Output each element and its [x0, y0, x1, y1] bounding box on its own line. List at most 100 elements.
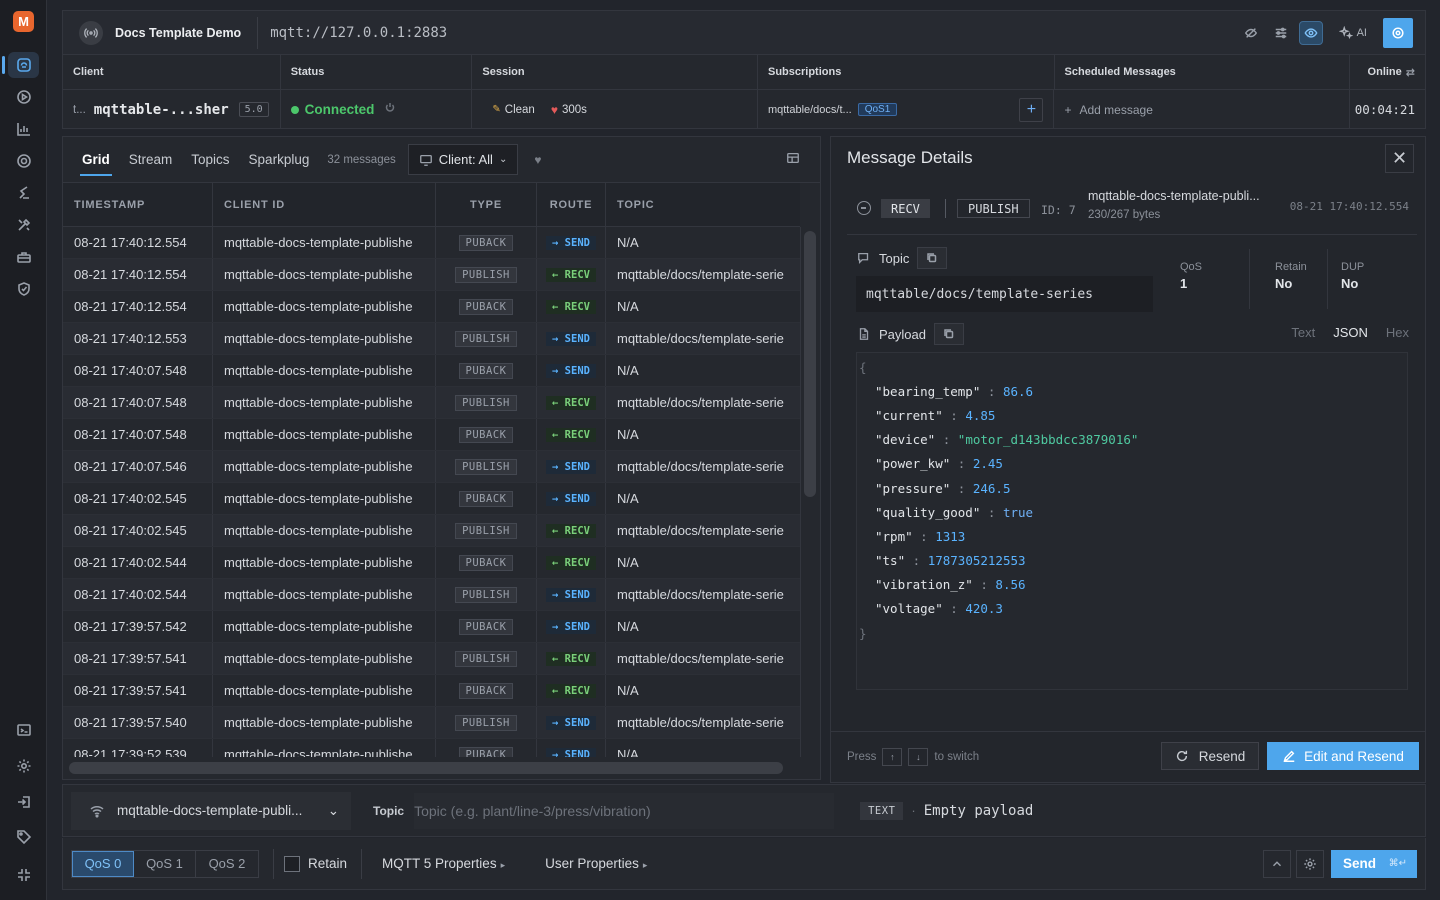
- eye-icon[interactable]: [1298, 20, 1323, 45]
- terminal-icon[interactable]: [8, 717, 39, 743]
- table-row[interactable]: 08-21 17:40:02.544 mqttable-docs-template…: [63, 547, 800, 579]
- format-text[interactable]: Text: [1291, 325, 1315, 340]
- publish-topic-input[interactable]: [414, 792, 835, 829]
- filters-icon[interactable]: [1269, 21, 1293, 45]
- shield-icon[interactable]: [8, 276, 39, 302]
- resend-button[interactable]: Resend: [1161, 742, 1259, 770]
- column-route[interactable]: ROUTE: [537, 183, 606, 226]
- copy-payload-button[interactable]: [933, 323, 964, 345]
- tab-topics[interactable]: Topics: [191, 137, 229, 183]
- vertical-scrollbar[interactable]: [804, 231, 816, 497]
- table-row[interactable]: 08-21 17:40:07.548 mqttable-docs-template…: [63, 355, 800, 387]
- table-row[interactable]: 08-21 17:40:02.544 mqttable-docs-template…: [63, 579, 800, 611]
- table-row[interactable]: 08-21 17:39:57.542 mqttable-docs-template…: [63, 611, 800, 643]
- send-button[interactable]: Send ⌘↵: [1331, 849, 1417, 878]
- session-clean-label: Clean: [504, 103, 535, 116]
- column-topic[interactable]: TOPIC: [606, 183, 800, 226]
- toolbox-icon[interactable]: [8, 244, 39, 270]
- settings-icon[interactable]: [8, 753, 39, 779]
- connection-selector[interactable]: Docs Template Demo: [75, 16, 259, 49]
- collapse-icon[interactable]: [8, 862, 39, 888]
- chevron-up-icon[interactable]: [1263, 849, 1291, 878]
- column-type[interactable]: TYPE: [436, 183, 537, 226]
- route-text: SEND: [564, 492, 590, 505]
- table-row[interactable]: 08-21 17:40:07.546 mqttable-docs-template…: [63, 451, 800, 483]
- mqtt5-properties-label: MQTT 5 Properties: [382, 856, 497, 871]
- tab-grid[interactable]: Grid: [80, 137, 112, 183]
- tab-sparkplug[interactable]: Sparkplug: [249, 137, 310, 183]
- script-icon[interactable]: [8, 180, 39, 206]
- play-icon[interactable]: [8, 84, 39, 110]
- client-filter-dropdown[interactable]: Client: All ⌄: [407, 144, 519, 175]
- column-timestamp[interactable]: TIMESTAMP: [63, 183, 213, 226]
- cell-type: PUBACK: [436, 227, 537, 258]
- tools-icon[interactable]: [8, 212, 39, 238]
- horizontal-scrollbar[interactable]: [69, 762, 783, 774]
- tab-stream[interactable]: Stream: [129, 137, 173, 183]
- subscription-topic[interactable]: mqttable/docs/t...: [768, 104, 852, 116]
- client-row[interactable]: t... mqttable-...sher 5.0 Connected ✎ Cl…: [63, 90, 1425, 129]
- gear-icon[interactable]: [1296, 849, 1324, 878]
- column-client-id[interactable]: CLIENT ID: [213, 183, 436, 226]
- payload-viewer[interactable]: {"bearing_temp" : 86.6 "current" : 4.85 "d…: [856, 352, 1408, 690]
- format-json[interactable]: JSON: [1333, 325, 1368, 340]
- collapse-circle-icon[interactable]: [857, 201, 871, 215]
- route-arrow-icon: ←: [552, 556, 565, 569]
- cell-timestamp: 08-21 17:39:57.541: [63, 643, 213, 674]
- edit-icon: [1283, 750, 1295, 762]
- cell-route: ← RECV: [537, 643, 606, 674]
- connections-icon[interactable]: [2, 52, 39, 78]
- table-row[interactable]: 08-21 17:40:02.545 mqttable-docs-template…: [63, 515, 800, 547]
- table-row[interactable]: 08-21 17:40:12.554 mqttable-docs-template…: [63, 227, 800, 259]
- table-row[interactable]: 08-21 17:40:12.554 mqttable-docs-template…: [63, 291, 800, 323]
- keepalive-value: 300s: [561, 103, 587, 116]
- payload-value: 2.45: [972, 456, 1003, 472]
- target-action-button[interactable]: [1383, 17, 1413, 48]
- payload-editor[interactable]: Empty payload: [924, 803, 1034, 819]
- layout-toggle-icon[interactable]: [786, 151, 800, 168]
- details-title: Message Details: [847, 148, 973, 167]
- import-icon[interactable]: [8, 789, 39, 815]
- table-row[interactable]: 08-21 17:39:57.540 mqttable-docs-template…: [63, 707, 800, 739]
- add-subscription-button[interactable]: +: [1019, 97, 1044, 122]
- route-arrow-icon: ←: [552, 300, 565, 313]
- hide-icon[interactable]: [1239, 21, 1263, 45]
- close-icon[interactable]: ✕: [1385, 144, 1414, 173]
- user-properties-toggle[interactable]: User Properties ▸: [545, 856, 647, 871]
- publish-client-selector[interactable]: mqttable-docs-template-publi... ⌄: [71, 791, 351, 830]
- table-row[interactable]: 08-21 17:39:57.541 mqttable-docs-template…: [63, 675, 800, 707]
- table-row[interactable]: 08-21 17:40:12.554 mqttable-docs-template…: [63, 259, 800, 291]
- cell-type: PUBACK: [436, 611, 537, 642]
- table-row[interactable]: 08-21 17:39:52.539 mqttable-docs-template…: [63, 739, 800, 757]
- tag-icon[interactable]: [8, 824, 39, 850]
- format-hex[interactable]: Hex: [1386, 325, 1409, 340]
- table-row[interactable]: 08-21 17:39:57.541 mqttable-docs-template…: [63, 643, 800, 675]
- qos-0-option[interactable]: QoS 0: [72, 850, 134, 877]
- copy-topic-button[interactable]: [917, 247, 948, 269]
- power-icon[interactable]: [374, 102, 396, 117]
- route-badge: ← RECV: [546, 683, 596, 698]
- qos-2-option[interactable]: QoS 2: [196, 851, 258, 877]
- edit-and-resend-button[interactable]: Edit and Resend: [1267, 742, 1419, 770]
- table-row[interactable]: 08-21 17:40:07.548 mqttable-docs-template…: [63, 387, 800, 419]
- chart-icon[interactable]: [8, 116, 39, 142]
- message-id: ID: 7: [1041, 203, 1076, 217]
- table-row[interactable]: 08-21 17:40:07.548 mqttable-docs-template…: [63, 419, 800, 451]
- ai-button[interactable]: AI: [1329, 25, 1377, 40]
- message-timestamp: 08-21 17:40:12.554: [1289, 200, 1409, 213]
- table-row[interactable]: 08-21 17:40:12.553 mqttable-docs-template…: [63, 323, 800, 355]
- payload-format-badge[interactable]: TEXT: [860, 801, 904, 820]
- payload-colon: :: [905, 553, 928, 569]
- cell-client-id: mqttable-docs-template-publishe: [213, 291, 436, 322]
- swap-icon[interactable]: ⇄: [1406, 66, 1415, 79]
- target-icon[interactable]: [8, 148, 39, 174]
- table-row[interactable]: 08-21 17:40:02.545 mqttable-docs-template…: [63, 483, 800, 515]
- dup-property: DUP No: [1341, 261, 1364, 291]
- retain-checkbox[interactable]: [284, 855, 300, 872]
- add-message-button[interactable]: + Add message: [1064, 103, 1152, 117]
- mqtt5-properties-toggle[interactable]: MQTT 5 Properties ▸: [382, 856, 505, 871]
- hint-switch: to switch: [934, 751, 980, 763]
- type-badge: PUBACK: [458, 298, 514, 315]
- favorite-filter-icon[interactable]: ♥: [534, 153, 541, 167]
- qos-1-option[interactable]: QoS 1: [134, 850, 196, 877]
